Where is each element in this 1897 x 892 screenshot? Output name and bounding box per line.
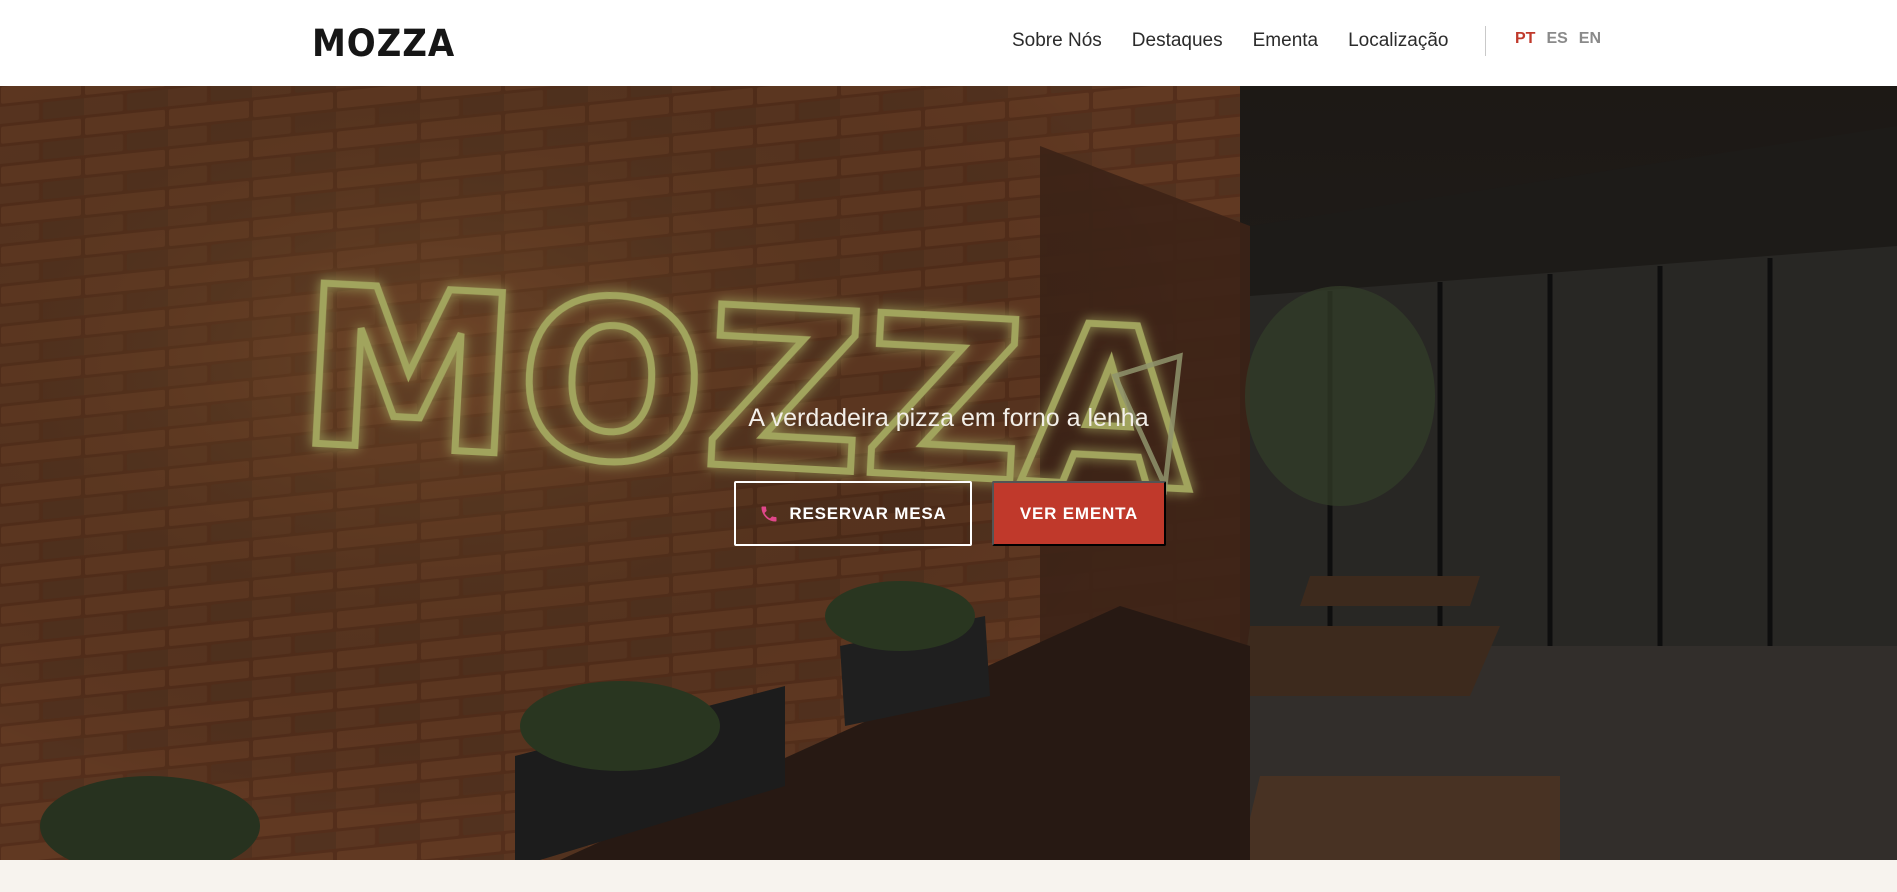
lang-pt[interactable]: PT <box>1515 30 1535 48</box>
reserve-table-button[interactable]: RESERVAR MESA <box>734 481 972 546</box>
hero-background-image: MOZZA <box>0 86 1897 860</box>
logo[interactable]: MOZZA <box>312 22 455 65</box>
nav-divider <box>1485 26 1486 56</box>
nav-item-localizacao[interactable]: Localização <box>1348 30 1448 52</box>
lang-en[interactable]: EN <box>1579 30 1601 48</box>
view-menu-label: VER EMENTA <box>1019 503 1139 523</box>
nav-item-sobre-nos[interactable]: Sobre Nós <box>1012 30 1102 52</box>
view-menu-button[interactable]: VER EMENTA <box>992 481 1166 546</box>
phone-icon <box>761 506 777 521</box>
hero-tagline: A verdadeira pizza em forno a lenha <box>748 404 1149 432</box>
nav-item-ementa[interactable]: Ementa <box>1253 30 1318 52</box>
reserve-table-label: RESERVAR MESA <box>789 503 947 523</box>
next-section-edge <box>0 860 1897 892</box>
hero-section: MOZZA A verdadeira pizza em forno a lenh… <box>0 86 1897 860</box>
language-switcher: PT ES EN <box>1515 30 1601 48</box>
lang-es[interactable]: ES <box>1546 30 1567 48</box>
site-header: MOZZA Sobre Nós Destaques Ementa Localiz… <box>0 0 1897 86</box>
main-nav: Sobre Nós Destaques Ementa Localização <box>1012 28 1448 54</box>
nav-item-destaques[interactable]: Destaques <box>1132 30 1223 52</box>
